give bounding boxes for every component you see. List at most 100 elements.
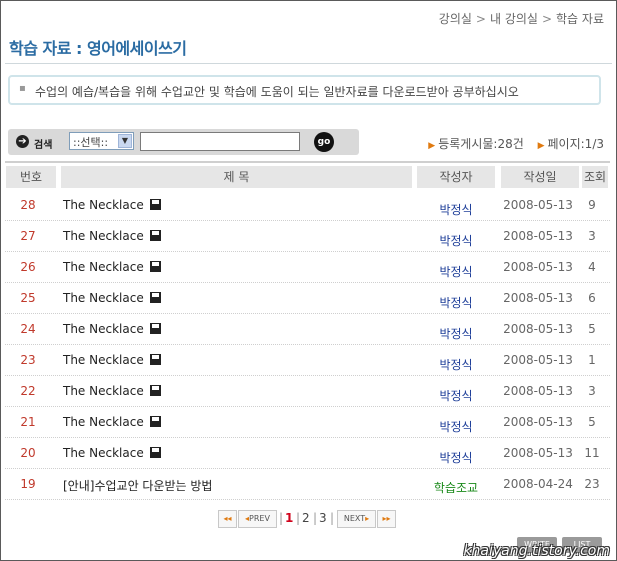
row-views: 1 — [588, 353, 596, 367]
row-subject-link[interactable]: [안내]수업교안 다운받는 방법 — [63, 477, 212, 494]
row-views: 5 — [588, 322, 596, 336]
row-subject-link[interactable]: The Necklace — [63, 291, 161, 305]
row-subject-link[interactable]: The Necklace — [63, 384, 161, 398]
page-link[interactable]: 2 — [302, 511, 310, 525]
triangle-right-icon: ▶ — [428, 141, 436, 151]
floppy-disk-icon[interactable] — [149, 416, 161, 427]
row-number: 25 — [20, 291, 36, 305]
row-author: 박정식 — [439, 296, 473, 310]
row-date: 2008-05-13 — [503, 229, 573, 243]
row-subject-link[interactable]: The Necklace — [63, 260, 161, 274]
row-subject-link[interactable]: The Necklace — [63, 446, 161, 460]
row-date: 2008-04-24 — [503, 477, 573, 491]
table-row: 24 The Necklace 박정식 2008-05-13 5 — [5, 314, 610, 345]
row-subject[interactable]: The Necklace — [63, 384, 144, 398]
breadcrumb-item[interactable]: 강의실 — [439, 12, 472, 26]
row-author: 박정식 — [439, 265, 473, 279]
search-bar: ➔ 검색 ::선택:: ▼ go — [8, 129, 359, 155]
table-row: 26 The Necklace 박정식 2008-05-13 4 — [5, 252, 610, 283]
search-field-select[interactable]: ::선택:: ▼ — [69, 132, 134, 150]
breadcrumb: 강의실 > 내 강의실 > 학습 자료 — [439, 10, 604, 27]
row-author: 박정식 — [439, 389, 473, 403]
row-views: 9 — [588, 198, 596, 212]
table-row: 27 The Necklace 박정식 2008-05-13 3 — [5, 221, 610, 252]
row-author: 학습조교 — [433, 481, 479, 495]
next-label: NEXT — [343, 514, 366, 523]
floppy-disk-icon[interactable] — [149, 385, 161, 396]
first-page-button[interactable]: ◂◂ — [218, 510, 237, 528]
row-subject-link[interactable]: The Necklace — [63, 415, 161, 429]
bullet-icon: ▪ — [19, 83, 26, 94]
search-input[interactable] — [140, 132, 300, 151]
row-date: 2008-05-13 — [503, 198, 573, 212]
page-title: 학습 자료 : 영어에세이쓰기 — [9, 39, 187, 58]
breadcrumb-item[interactable]: 학습 자료 — [556, 12, 604, 26]
table-body: 28 The Necklace 박정식 2008-05-13 9 27 The … — [5, 190, 610, 500]
row-date: 2008-05-13 — [503, 322, 573, 336]
row-author: 박정식 — [439, 451, 473, 465]
floppy-disk-icon[interactable] — [149, 261, 161, 272]
board-stats: ▶ 등록게시물:28건 ▶ 페이지:1/3 — [418, 135, 604, 152]
floppy-disk-icon[interactable] — [149, 447, 161, 458]
row-subject-link[interactable]: The Necklace — [63, 229, 161, 243]
floppy-disk-icon[interactable] — [149, 354, 161, 365]
page-separator: | — [330, 511, 335, 525]
row-author: 박정식 — [439, 203, 473, 217]
page-link-current[interactable]: 1 — [285, 511, 293, 525]
row-views: 11 — [584, 446, 600, 460]
row-subject[interactable]: The Necklace — [63, 229, 144, 243]
row-subject[interactable]: The Necklace — [63, 415, 144, 429]
double-right-icon: ▸▸ — [382, 514, 391, 523]
breadcrumb-separator: > — [475, 12, 486, 26]
search-select-value: ::선택:: — [73, 136, 109, 149]
table-row: 25 The Necklace 박정식 2008-05-13 6 — [5, 283, 610, 314]
row-views: 4 — [588, 260, 596, 274]
search-label: 검색 — [34, 140, 53, 151]
triangle-right-icon: ▶ — [537, 141, 545, 151]
row-author: 박정식 — [439, 327, 473, 341]
row-views: 6 — [588, 291, 596, 305]
floppy-disk-icon[interactable] — [149, 230, 161, 241]
next-page-button[interactable]: NEXT▸ — [337, 510, 376, 528]
watermark: khaiyang.tistory.com — [463, 543, 610, 559]
page-separator: | — [313, 511, 318, 525]
last-page-button[interactable]: ▸▸ — [377, 510, 396, 528]
notice-box: ▪ 수업의 예습/복습을 위해 수업교안 및 학습에 도움이 되는 일반자료를 … — [8, 75, 601, 105]
notice-text: 수업의 예습/복습을 위해 수업교안 및 학습에 도움이 되는 일반자료를 다운… — [35, 85, 519, 99]
row-number: 24 — [20, 322, 36, 336]
table-row: 20 The Necklace 박정식 2008-05-13 11 — [5, 438, 610, 469]
row-subject[interactable]: The Necklace — [63, 353, 144, 367]
chevron-down-icon[interactable]: ▼ — [118, 134, 132, 148]
row-views: 5 — [588, 415, 596, 429]
row-subject[interactable]: The Necklace — [63, 322, 144, 336]
page-link[interactable]: 3 — [319, 511, 327, 525]
board-frame: 강의실 > 내 강의실 > 학습 자료 학습 자료 : 영어에세이쓰기 ▪ 수업의 예습… — [0, 0, 617, 561]
row-subject[interactable]: The Necklace — [63, 446, 144, 460]
column-header-views: 조회 — [582, 166, 608, 188]
row-subject-link[interactable]: The Necklace — [63, 198, 161, 212]
row-subject[interactable]: The Necklace — [63, 198, 144, 212]
breadcrumb-item[interactable]: 내 강의실 — [490, 12, 538, 26]
row-author: 박정식 — [439, 234, 473, 248]
row-date: 2008-05-13 — [503, 260, 573, 274]
floppy-disk-icon[interactable] — [149, 199, 161, 210]
page-indicator: 페이지:1/3 — [547, 137, 604, 151]
row-views: 3 — [588, 384, 596, 398]
row-number: 27 — [20, 229, 36, 243]
row-date: 2008-05-13 — [503, 353, 573, 367]
table-row: 19 [안내]수업교안 다운받는 방법 학습조교 2008-04-24 23 — [5, 469, 610, 500]
page-separator: | — [296, 511, 301, 525]
triangle-right-icon: ▸ — [365, 514, 370, 523]
go-button[interactable]: go — [314, 132, 334, 152]
table-row: 28 The Necklace 박정식 2008-05-13 9 — [5, 190, 610, 221]
prev-label: PREV — [249, 514, 270, 523]
row-subject[interactable]: The Necklace — [63, 260, 144, 274]
floppy-disk-icon[interactable] — [149, 292, 161, 303]
row-number: 21 — [20, 415, 36, 429]
prev-page-button[interactable]: ◂PREV — [238, 510, 277, 528]
row-subject[interactable]: [안내]수업교안 다운받는 방법 — [63, 479, 212, 493]
floppy-disk-icon[interactable] — [149, 323, 161, 334]
row-subject[interactable]: The Necklace — [63, 291, 144, 305]
row-subject-link[interactable]: The Necklace — [63, 322, 161, 336]
row-subject-link[interactable]: The Necklace — [63, 353, 161, 367]
